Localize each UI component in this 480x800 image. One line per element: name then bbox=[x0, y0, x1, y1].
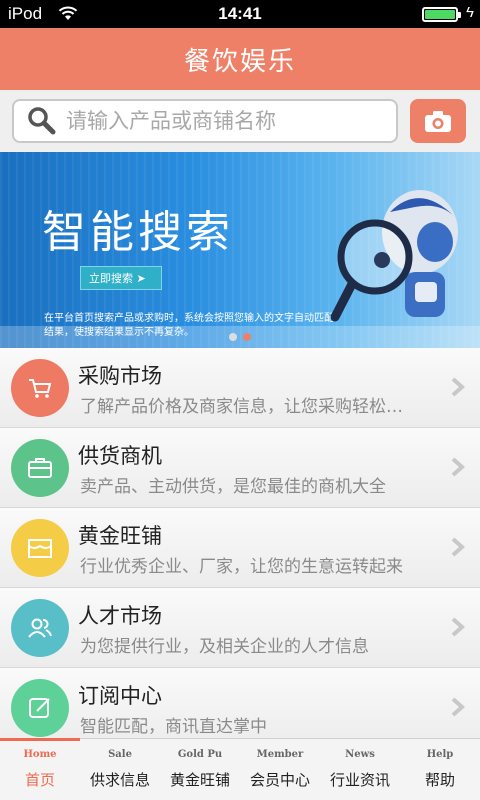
status-bar: iPod 14:41 ϟ bbox=[0, 0, 480, 28]
list-item-supply[interactable]: 供货商机 卖产品、主动供货，是您最佳的商机大全 bbox=[0, 428, 480, 508]
list-item-subtitle: 了解产品价格及商家信息，让您采购轻松… bbox=[80, 397, 403, 417]
list-item-gold-store[interactable]: 黄金旺铺 行业优秀企业、厂家，让您的生意运转起来 bbox=[0, 508, 480, 588]
search-icon bbox=[28, 107, 56, 135]
chevron-right-icon bbox=[451, 617, 466, 637]
bottom-tab-bar: Home 首页 Sale 供求信息 Gold Pu 黄金旺铺 Member 会员… bbox=[0, 738, 480, 800]
chevron-right-icon bbox=[451, 697, 466, 717]
tab-cn-label: 黄金旺铺 bbox=[169, 771, 230, 789]
list-item-subscription[interactable]: 订阅中心 智能匹配，商讯直达掌中 bbox=[0, 668, 480, 748]
tab-home[interactable]: Home 首页 bbox=[0, 738, 80, 800]
tab-member[interactable]: Member 会员中心 bbox=[240, 739, 320, 800]
promo-banner[interactable]: 智能搜索 立即搜索 ➤ 在平台首页搜索产品或求购时，系统会按照您输入的文字自动匹… bbox=[0, 152, 480, 348]
list-item-talent[interactable]: 人才市场 为您提供行业，及相关企业的人才信息 bbox=[0, 588, 480, 668]
tab-help[interactable]: Help 帮助 bbox=[400, 739, 480, 800]
clock: 14:41 bbox=[218, 4, 262, 23]
tab-cn-label: 首页 bbox=[24, 771, 55, 789]
charging-icon: ϟ bbox=[466, 4, 474, 21]
list-item-title: 采购市场 bbox=[78, 364, 162, 388]
tab-cn-label: 行业资讯 bbox=[329, 771, 390, 789]
search-box[interactable] bbox=[12, 99, 398, 143]
people-icon bbox=[11, 599, 69, 657]
category-list: 采购市场 了解产品价格及商家信息，让您采购轻松… 供货商机 卖产品、主动供货，是… bbox=[0, 348, 480, 748]
list-item-title: 黄金旺铺 bbox=[78, 524, 162, 548]
cart-icon bbox=[11, 359, 69, 417]
list-item-title: 订阅中心 bbox=[78, 684, 162, 708]
app-header: 餐饮娱乐 bbox=[0, 28, 480, 90]
edit-icon bbox=[11, 679, 69, 737]
chevron-right-icon bbox=[451, 537, 466, 557]
tab-en-label: Gold Pu bbox=[177, 749, 223, 760]
list-item-title: 供货商机 bbox=[78, 444, 162, 468]
tab-sale[interactable]: Sale 供求信息 bbox=[80, 739, 160, 800]
pagination-dot-active[interactable] bbox=[243, 333, 251, 341]
tab-en-label: Home bbox=[23, 749, 57, 760]
tab-cn-label: 帮助 bbox=[424, 771, 455, 789]
tab-en-label: Sale bbox=[108, 749, 132, 760]
briefcase-icon bbox=[11, 439, 69, 497]
banner-pagination bbox=[0, 326, 480, 348]
battery-icon bbox=[422, 7, 461, 22]
tab-en-label: News bbox=[345, 749, 375, 760]
tab-cn-label: 会员中心 bbox=[249, 771, 310, 789]
camera-icon bbox=[425, 111, 451, 132]
list-item-subtitle: 智能匹配，商讯直达掌中 bbox=[80, 717, 267, 737]
banner-cta-button[interactable]: 立即搜索 ➤ bbox=[80, 266, 162, 290]
tab-gold-store[interactable]: Gold Pu 黄金旺铺 bbox=[160, 739, 240, 800]
robot-magnifier-illustration bbox=[330, 190, 458, 322]
list-item-subtitle: 为您提供行业，及相关企业的人才信息 bbox=[80, 637, 369, 657]
tab-en-label: Member bbox=[256, 749, 304, 760]
chevron-right-icon bbox=[451, 457, 466, 477]
chevron-right-icon bbox=[451, 377, 466, 397]
search-bar bbox=[0, 90, 480, 152]
page-title: 餐饮娱乐 bbox=[183, 46, 296, 77]
list-item-title: 人才市场 bbox=[78, 604, 162, 628]
list-item-subtitle: 卖产品、主动供货，是您最佳的商机大全 bbox=[80, 477, 386, 497]
camera-button[interactable] bbox=[410, 99, 466, 143]
tab-cn-label: 供求信息 bbox=[89, 771, 150, 789]
tab-news[interactable]: News 行业资讯 bbox=[320, 739, 400, 800]
tab-en-label: Help bbox=[426, 749, 454, 760]
list-item-procurement[interactable]: 采购市场 了解产品价格及商家信息，让您采购轻松… bbox=[0, 348, 480, 428]
store-icon bbox=[11, 519, 69, 577]
search-input[interactable] bbox=[66, 103, 386, 139]
pagination-dot[interactable] bbox=[229, 333, 237, 341]
list-item-subtitle: 行业优秀企业、厂家，让您的生意运转起来 bbox=[80, 557, 403, 577]
banner-title: 智能搜索 bbox=[42, 207, 234, 258]
